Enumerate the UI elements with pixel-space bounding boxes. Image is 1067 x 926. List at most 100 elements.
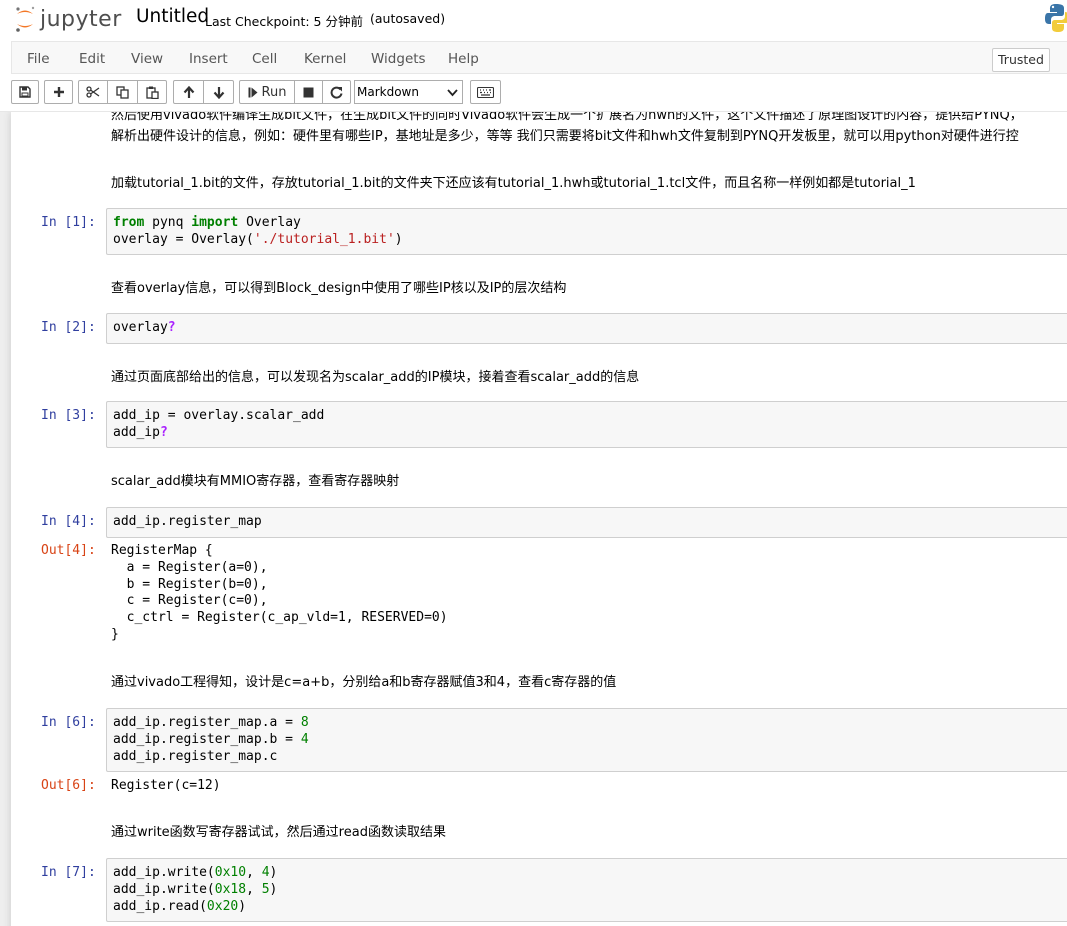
run-button[interactable]: Run — [239, 80, 295, 104]
number-literal: 4 — [261, 865, 270, 880]
menu-file[interactable]: File — [27, 51, 50, 67]
code-token: pynq — [144, 215, 192, 230]
code-text: add_ip = overlay.scalar_add add_ip? — [107, 402, 1067, 441]
number-literal: 0x18 — [214, 882, 247, 897]
menu-help[interactable]: Help — [448, 51, 479, 67]
operator: ? — [159, 425, 168, 440]
copy-icon — [116, 85, 129, 99]
menu-cell[interactable]: Cell — [252, 51, 277, 67]
command-palette-button[interactable] — [470, 80, 501, 104]
operator: ? — [167, 320, 176, 335]
python-logo-icon — [1045, 4, 1067, 32]
menu-kernel[interactable]: Kernel — [304, 51, 346, 67]
arrow-down-icon — [213, 86, 224, 99]
cut-icon — [86, 86, 100, 98]
move-down-button[interactable] — [203, 80, 234, 104]
menu-insert[interactable]: Insert — [189, 51, 228, 67]
code-token: add_ip — [113, 425, 160, 440]
header: jupyter Untitled Last Checkpoint: 5 分钟前 … — [0, 0, 1067, 40]
cut-button[interactable] — [78, 80, 108, 104]
input-prompt: In [6]: — [41, 715, 96, 730]
insert-cell-button[interactable] — [44, 80, 73, 104]
notebook-site[interactable]: 然后使用vivado软件编译生成bit文件，在生成bit文件的同时Vivado软… — [0, 112, 1067, 926]
code-token: add_ip = overlay.scalar_add — [113, 408, 325, 423]
code-input[interactable]: add_ip.register_map — [106, 507, 1067, 538]
markdown-cell[interactable]: 通过write函数写寄存器试试，然后通过read函数读取结果 — [111, 821, 446, 840]
jupyter-logo[interactable]: jupyter — [14, 4, 122, 34]
code-token: add_ip.register_map.b = — [113, 732, 301, 747]
code-input[interactable]: add_ip.register_map.a = 8 add_ip.registe… — [106, 708, 1067, 772]
code-input[interactable]: overlay? — [106, 313, 1067, 344]
number-literal: 5 — [261, 882, 270, 897]
notebook-name[interactable]: Untitled — [136, 6, 209, 27]
code-token: , — [246, 865, 262, 880]
markdown-line: 解析出硬件设计的信息，例如：硬件里有哪些IP，基地址是多少，等等 我们只需要将b… — [111, 129, 1019, 144]
checkpoint-status: Last Checkpoint: 5 分钟前 — [205, 14, 363, 29]
menu-container: File Edit View Insert Cell Kernel Widget… — [11, 41, 1067, 74]
step-forward-icon — [248, 87, 258, 97]
jupyter-logo-icon — [16, 6, 35, 32]
restart-icon — [330, 86, 343, 99]
markdown-cell[interactable]: 通过vivado工程得知，设计是c=a+b，分别给a和b寄存器赋值3和4，查看c… — [111, 671, 616, 690]
menu-view[interactable]: View — [131, 51, 163, 67]
output-prompt: Out[6]: — [41, 778, 96, 793]
autosave-status: (autosaved) — [370, 11, 446, 26]
code-token: add_ip.register_map — [113, 514, 262, 529]
logo-text: jupyter — [40, 6, 122, 32]
notebook-container: 然后使用vivado软件编译生成bit文件，在生成bit文件的同时Vivado软… — [11, 112, 1067, 926]
cell-type-value: Markdown — [357, 85, 419, 99]
code-token: , — [246, 882, 262, 897]
menu-widgets[interactable]: Widgets — [371, 51, 426, 67]
code-token: overlay = Overlay( — [113, 232, 254, 247]
input-prompt: In [7]: — [41, 865, 96, 880]
code-token: add_ip.register_map.c — [113, 749, 278, 764]
code-input[interactable]: add_ip.write(0x10, 4) add_ip.write(0x18,… — [106, 858, 1067, 922]
plus-icon — [53, 87, 64, 97]
input-prompt: In [1]: — [41, 215, 96, 230]
input-prompt: In [2]: — [41, 320, 96, 335]
run-label: Run — [261, 84, 287, 100]
number-literal: 4 — [300, 732, 309, 747]
stop-icon — [303, 87, 314, 97]
chevron-down-icon — [447, 89, 458, 97]
markdown-cell[interactable]: 加载tutorial_1.bit的文件，存放tutorial_1.bit的文件夹… — [111, 172, 916, 191]
menu-edit[interactable]: Edit — [79, 51, 105, 67]
number-literal: 0x10 — [214, 865, 247, 880]
markdown-cell[interactable]: 通过页面底部给出的信息，可以发现名为scalar_add的IP模块，接着查看sc… — [111, 366, 639, 385]
code-token: overlay — [113, 320, 168, 335]
code-text: overlay? — [107, 314, 1067, 336]
markdown-cell[interactable]: scalar_add模块有MMIO寄存器，查看寄存器映射 — [111, 470, 399, 489]
menubar: File Edit View Insert Cell Kernel Widget… — [0, 40, 1067, 74]
paste-icon — [145, 86, 159, 99]
interrupt-button[interactable] — [294, 80, 323, 104]
number-literal: 8 — [300, 715, 309, 730]
code-token: ) — [269, 882, 278, 897]
code-token: add_ip.write( — [113, 882, 215, 897]
output-prompt: Out[4]: — [41, 543, 96, 558]
output-text: Register(c=12) — [111, 778, 221, 793]
code-token: add_ip.write( — [113, 865, 215, 880]
restart-kernel-button[interactable] — [322, 80, 351, 104]
cell-type-select[interactable]: Markdown — [354, 80, 463, 104]
string-literal: './tutorial_1.bit' — [253, 232, 395, 247]
input-prompt: In [3]: — [41, 408, 96, 423]
keyword: from — [113, 215, 145, 230]
keyboard-icon — [477, 86, 494, 98]
code-token: ) — [394, 232, 403, 247]
code-input[interactable]: from pynq import Overlay overlay = Overl… — [106, 208, 1067, 255]
code-token: ) — [238, 899, 247, 914]
save-button[interactable] — [11, 80, 39, 104]
code-token: ) — [269, 865, 278, 880]
number-literal: 0x20 — [206, 899, 239, 914]
paste-button[interactable] — [137, 80, 167, 104]
code-text: from pynq import Overlay overlay = Overl… — [107, 209, 1067, 248]
code-text: add_ip.write(0x10, 4) add_ip.write(0x18,… — [107, 859, 1067, 915]
code-text: add_ip.register_map — [107, 508, 1067, 530]
move-up-button[interactable] — [173, 80, 204, 104]
code-token: Overlay — [238, 215, 301, 230]
trusted-indicator[interactable]: Trusted — [992, 48, 1050, 72]
code-input[interactable]: add_ip = overlay.scalar_add add_ip? — [106, 401, 1067, 448]
output-text: RegisterMap { a = Register(a=0), b = Reg… — [111, 543, 448, 642]
copy-button[interactable] — [107, 80, 138, 104]
markdown-cell[interactable]: 查看overlay信息，可以得到Block_design中使用了哪些IP核以及I… — [111, 277, 566, 296]
